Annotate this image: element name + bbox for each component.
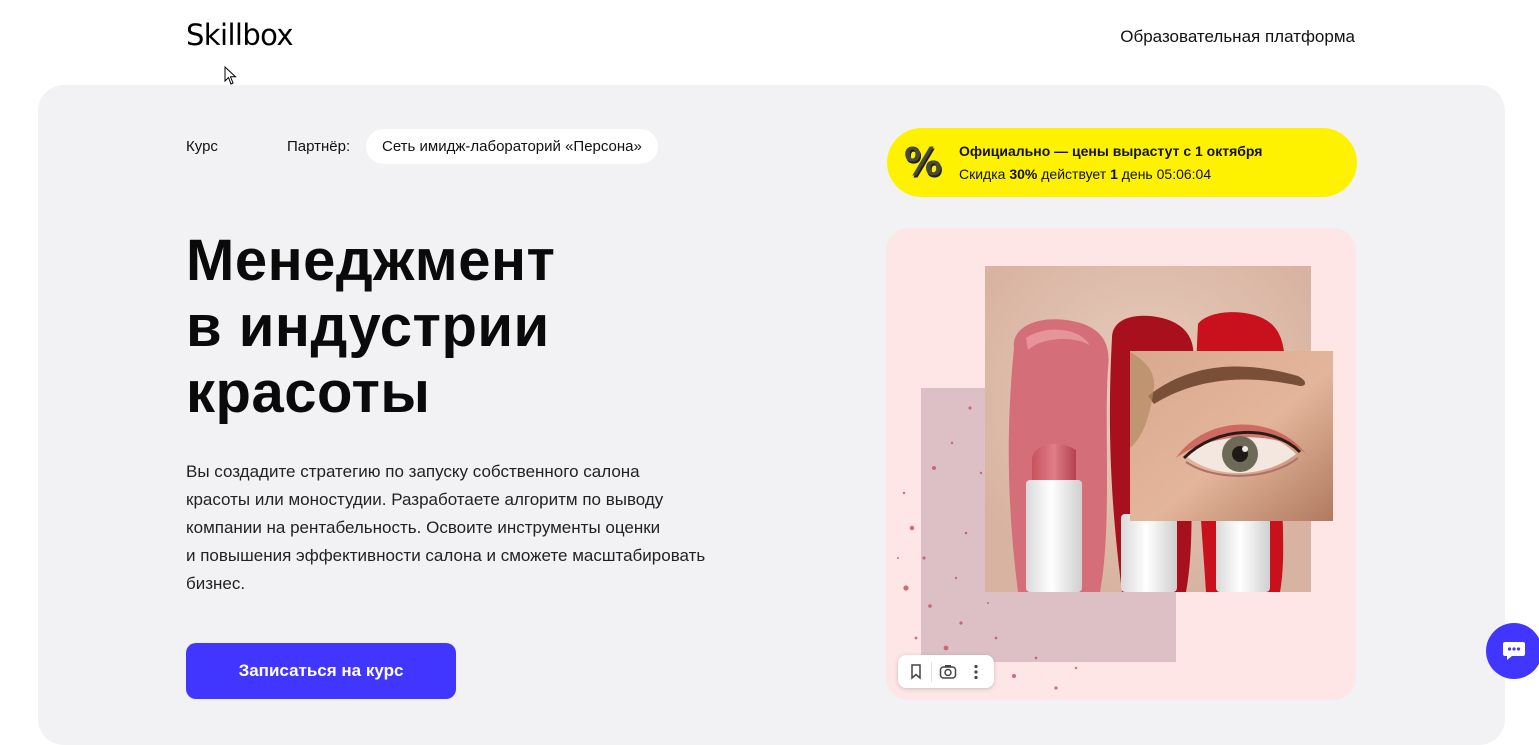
promo-days-label: день (1121, 166, 1153, 182)
promo-headline: Официально — цены вырастут с 1 октября (959, 143, 1263, 159)
toolbar-divider (931, 661, 933, 682)
more-vertical-icon[interactable] (963, 659, 989, 685)
course-type-label: Курс (186, 138, 218, 155)
bookmark-icon[interactable] (903, 659, 929, 685)
image-toolbar (898, 655, 994, 688)
enroll-button[interactable]: Записаться на курс (186, 643, 456, 699)
promo-timer: 05:06:04 (1156, 166, 1212, 182)
platform-tagline: Образовательная платформа (1120, 27, 1355, 46)
course-title-line: красоты (186, 360, 431, 425)
course-title: Менеджмент в индустрии красоты (186, 228, 786, 426)
promo-discount-value: 30% (1009, 166, 1038, 182)
course-hero-image (886, 228, 1356, 700)
mouse-cursor-icon (224, 66, 237, 85)
description-line: бизнес. (186, 574, 246, 593)
promo-banner[interactable]: % Официально — цены вырастут с 1 октября… (887, 128, 1357, 197)
chat-bubble-icon (1503, 642, 1525, 660)
chat-button[interactable] (1486, 623, 1539, 679)
promo-countdown: Скидка 30% действует 1 день 05:06:04 (959, 166, 1211, 182)
beauty-collage-illustration (897, 266, 1333, 690)
course-title-line: Менеджмент (186, 228, 556, 293)
promo-discount-prefix: Скидка (959, 166, 1006, 182)
description-line: и повышения эффективности салона и сможе… (186, 546, 706, 565)
course-title-line: в индустрии (186, 294, 550, 359)
partner-label: Партнёр: (287, 138, 351, 155)
promo-days-value: 1 (1110, 166, 1118, 182)
partner-chip[interactable]: Сеть имидж-лабораторий «Персона» (366, 129, 658, 164)
lens-icon[interactable] (935, 659, 961, 685)
course-description: Вы создадите стратегию по запуску собств… (186, 458, 776, 598)
skillbox-logo[interactable]: Skillbox (186, 18, 294, 52)
description-line: Вы создадите стратегию по запуску собств… (186, 462, 640, 481)
promo-discount-mid: действует (1041, 166, 1107, 182)
description-line: компании на рентабельность. Освоите инст… (186, 518, 661, 537)
description-line: красоты или моностудии. Разработаете алг… (186, 490, 664, 509)
percent-icon: % (903, 140, 943, 184)
